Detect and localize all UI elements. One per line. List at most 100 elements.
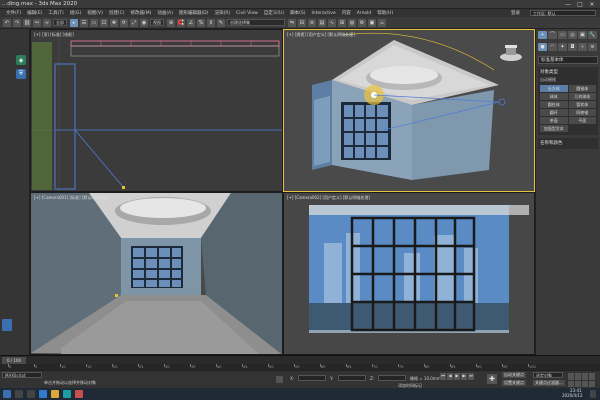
viewport-top[interactable]: [+] [顶] [标准] [线框]: [30, 29, 283, 192]
menu-modifiers[interactable]: 修改器(M): [130, 10, 151, 16]
mirror-icon[interactable]: ⇋: [288, 18, 296, 27]
selection-filter-dropdown[interactable]: 全部: [53, 19, 67, 26]
windows-start-icon[interactable]: [3, 390, 11, 398]
x-coordinate-field[interactable]: [298, 375, 326, 381]
torus-button[interactable]: 圆环: [540, 109, 568, 116]
viewport-layout-icon[interactable]: [2, 319, 12, 331]
cone-button[interactable]: 圆锥体: [568, 85, 596, 92]
text-plus-button[interactable]: 加强型文本: [540, 125, 568, 132]
select-by-name-icon[interactable]: ☰: [80, 18, 88, 27]
helpers-icon[interactable]: ⊹: [578, 43, 587, 51]
schematic-icon[interactable]: ⊞: [338, 18, 346, 27]
spacewarps-icon[interactable]: ≋: [588, 43, 597, 51]
named-selection-dropdown[interactable]: 创建选择集: [227, 19, 285, 26]
rotate-icon[interactable]: ⟳: [120, 18, 128, 27]
zoom-extents-icon[interactable]: [582, 373, 588, 380]
primitive-type-dropdown[interactable]: 标准基本体: [538, 56, 598, 64]
play-icon[interactable]: ▶: [454, 373, 460, 380]
material-icon[interactable]: ◍: [348, 18, 356, 27]
menu-group[interactable]: 组(G): [70, 10, 82, 16]
menu-interactive[interactable]: Interactive: [311, 11, 335, 16]
next-frame-icon[interactable]: ▶: [461, 373, 467, 380]
window-crossing-icon[interactable]: ⊡: [100, 18, 108, 27]
3dsmax-icon[interactable]: [63, 390, 71, 398]
cameras-icon[interactable]: ◘: [568, 43, 577, 51]
modify-tab[interactable]: ⌒: [548, 31, 557, 39]
close-button[interactable]: ✕: [586, 0, 598, 9]
viewport-perspective[interactable]: [+] [透视] [用户定义] [默认明暗处理]: [283, 29, 535, 192]
motion-tab[interactable]: ◎: [568, 31, 577, 39]
scale-icon[interactable]: ⤢: [130, 18, 138, 27]
bind-icon[interactable]: ≈: [43, 18, 51, 27]
viewport-label-camera2[interactable]: [+] [Camera002] [用户定义] [默认明暗处理]: [287, 195, 370, 201]
viewport-camera2[interactable]: [+] [Camera002] [用户定义] [默认明暗处理]: [283, 192, 535, 355]
zoom-extents-all-icon[interactable]: [589, 373, 595, 380]
menu-content[interactable]: 内容: [342, 10, 351, 16]
menu-arnold[interactable]: Arnold: [357, 11, 372, 16]
redo-icon[interactable]: ↷: [13, 18, 21, 27]
reference-coordinate-dropdown[interactable]: 视图: [150, 19, 164, 26]
spinner-snap-icon[interactable]: ⇕: [207, 18, 215, 27]
geosphere-button[interactable]: 几何球体: [568, 93, 596, 100]
pivot-icon[interactable]: ⊕: [167, 18, 175, 27]
menu-edit[interactable]: 编辑(E): [27, 10, 42, 16]
select-icon[interactable]: ▸: [70, 18, 78, 27]
z-coordinate-field[interactable]: [378, 375, 406, 381]
geometry-icon[interactable]: ●: [538, 43, 547, 51]
plane-button[interactable]: 平面: [568, 117, 596, 124]
y-coordinate-field[interactable]: [338, 375, 366, 381]
display-tab[interactable]: ▣: [578, 31, 587, 39]
unlink-icon[interactable]: ⚯: [33, 18, 41, 27]
maximize-viewport-icon[interactable]: [589, 380, 595, 387]
utilities-tab[interactable]: 🔧: [588, 31, 597, 39]
undo-icon[interactable]: ↶: [3, 18, 11, 27]
orbit-icon[interactable]: [582, 380, 588, 387]
auto-key-button[interactable]: 自动关键点: [502, 372, 526, 378]
key-mode-dropdown[interactable]: 选定对象: [533, 372, 563, 378]
menu-rendering[interactable]: 渲染(R): [214, 10, 230, 16]
maximize-button[interactable]: □: [574, 0, 586, 9]
place-icon[interactable]: ◉: [140, 18, 148, 27]
lights-icon[interactable]: ✦: [558, 43, 567, 51]
name-color-header[interactable]: 名称和颜色: [540, 140, 596, 146]
toggle-ribbon-icon[interactable]: ▤: [318, 18, 326, 27]
menu-views[interactable]: 视图(V): [87, 10, 103, 16]
viewport-label-camera[interactable]: [+] [Camera001] [标准] [默认明暗处理]: [34, 195, 109, 201]
menu-civil-view[interactable]: Civil View: [236, 11, 258, 16]
render-setup-icon[interactable]: ⚙: [358, 18, 366, 27]
zoom-all-icon[interactable]: [575, 373, 581, 380]
notification-icon[interactable]: [590, 390, 596, 398]
time-slider[interactable]: 0 / 100: [2, 357, 26, 364]
curve-editor-icon[interactable]: ∿: [328, 18, 336, 27]
zoom-icon[interactable]: [568, 373, 574, 380]
go-to-end-icon[interactable]: ⏭: [468, 373, 474, 380]
menu-scripting[interactable]: 脚本(S): [290, 10, 305, 16]
align-icon[interactable]: ⊟: [298, 18, 306, 27]
percent-snap-icon[interactable]: %: [197, 18, 205, 27]
time-slider-track[interactable]: 0 / 100: [0, 355, 600, 364]
menu-file[interactable]: 文件(F): [6, 10, 21, 16]
menu-help[interactable]: 帮助(H): [377, 10, 393, 16]
viewport-label-perspective[interactable]: [+] [透视] [用户定义] [默认明暗处理]: [287, 32, 355, 38]
edge-icon[interactable]: [39, 390, 47, 398]
box-button[interactable]: 长方体: [540, 85, 568, 92]
shield-icon[interactable]: ⛨: [16, 69, 26, 79]
menu-animation[interactable]: 动画(A): [157, 10, 173, 16]
pyramid-button[interactable]: 四棱锥: [568, 109, 596, 116]
hierarchy-tab[interactable]: ▭: [558, 31, 567, 39]
angle-snap-icon[interactable]: ∠: [187, 18, 195, 27]
viewport-label-top[interactable]: [+] [顶] [标准] [线框]: [34, 32, 74, 38]
shapes-icon[interactable]: ◠: [548, 43, 557, 51]
maxscript-listener[interactable]: MAXScript: [2, 372, 42, 378]
minimize-button[interactable]: —: [562, 0, 574, 9]
create-selection-icon[interactable]: ◈: [16, 55, 26, 65]
pan-view-icon[interactable]: [575, 380, 581, 387]
auto-grid-checkbox[interactable]: 自动栅格: [540, 77, 596, 83]
viewport-camera[interactable]: [+] [Camera001] [标准] [默认明暗处理]: [30, 192, 283, 355]
sign-in-link[interactable]: 登录: [511, 10, 520, 16]
teapot-button[interactable]: 茶壶: [540, 117, 568, 124]
snap-icon[interactable]: 🧲: [177, 18, 185, 27]
go-to-start-icon[interactable]: ⏮: [440, 373, 446, 380]
tube-button[interactable]: 管状体: [568, 101, 596, 108]
previous-frame-icon[interactable]: ◀: [447, 373, 453, 380]
